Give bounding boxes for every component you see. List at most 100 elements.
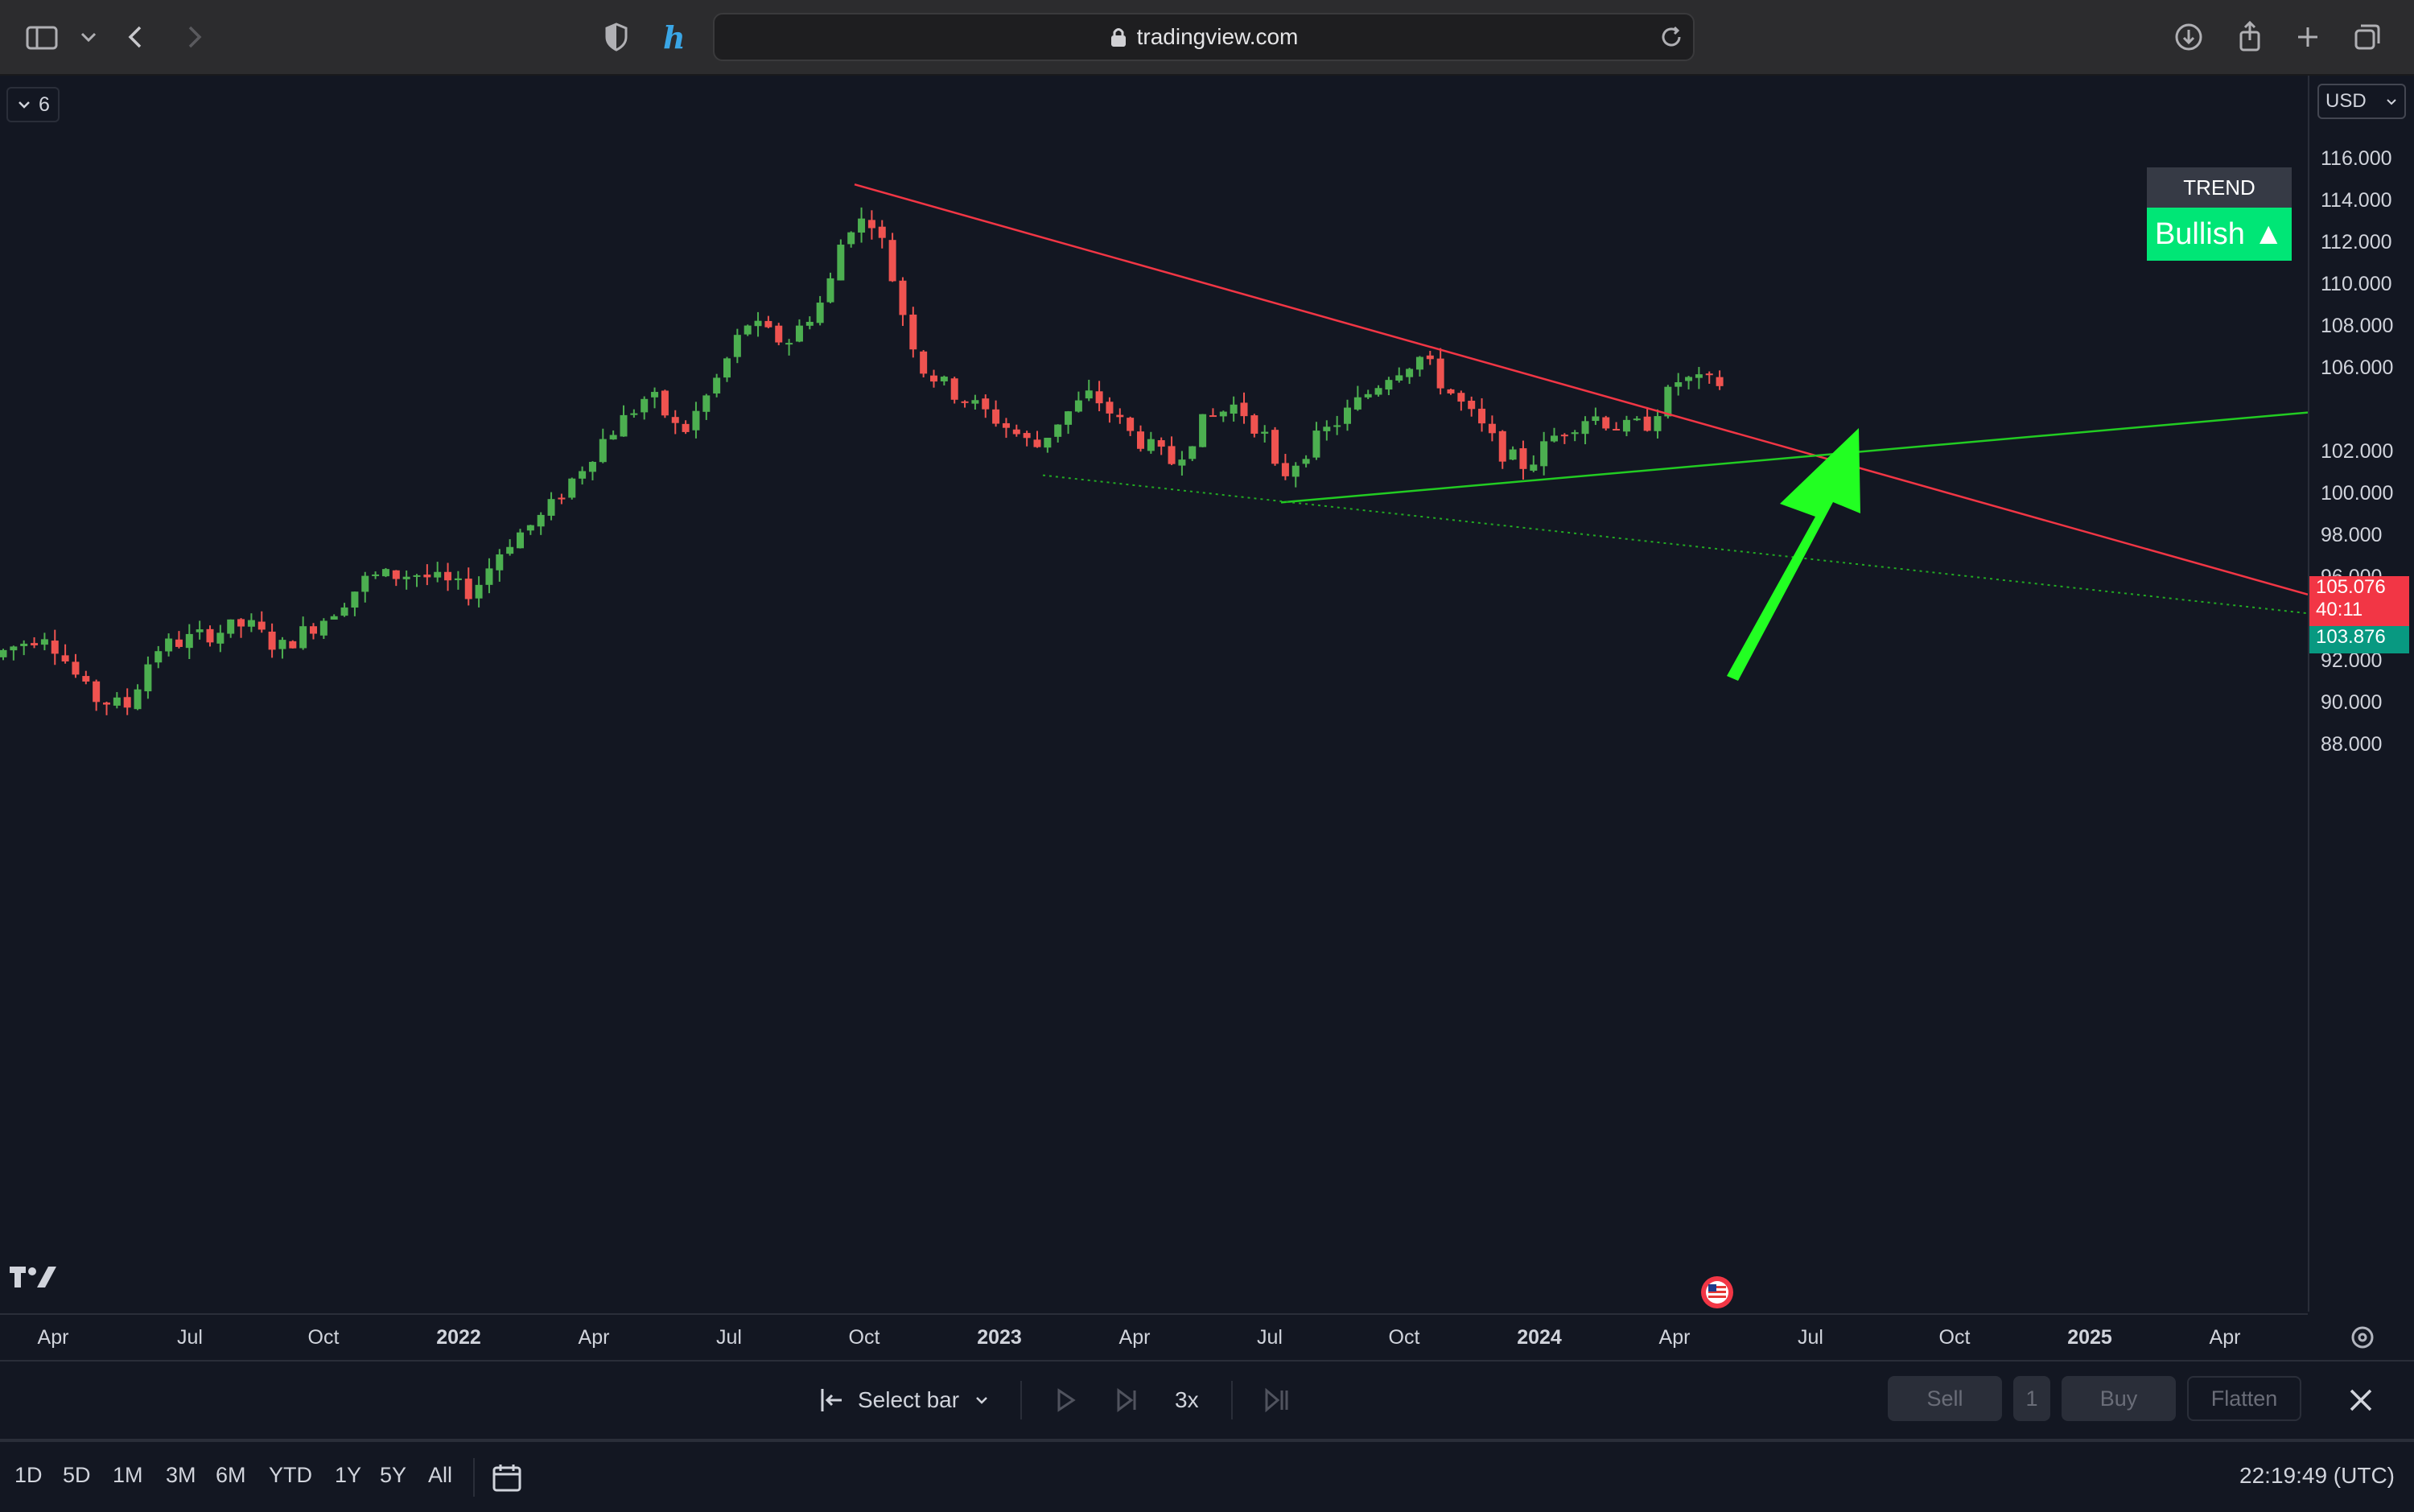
timeframe-3m[interactable]: 3M <box>166 1463 196 1488</box>
candle-body <box>899 280 907 315</box>
candle-body <box>1219 411 1227 417</box>
candle-body <box>289 641 297 649</box>
candle-body <box>1716 377 1724 386</box>
candle-body <box>1705 373 1713 376</box>
candle-body <box>496 554 504 571</box>
browser-toolbar: h tradingview.com <box>0 0 2414 76</box>
candle-body <box>826 278 834 303</box>
tradingview-logo[interactable] <box>8 1262 60 1291</box>
candle-body <box>744 325 752 335</box>
candle-body <box>196 629 204 632</box>
candle-body <box>351 591 359 608</box>
chevron-down-icon <box>976 1397 987 1404</box>
candle-body <box>444 571 452 581</box>
candle-body <box>805 321 814 326</box>
jump-to-realtime-icon[interactable] <box>1260 1384 1292 1416</box>
candle-body <box>930 375 937 382</box>
tabs-overview-icon[interactable] <box>2348 18 2387 56</box>
candle-body <box>1654 416 1662 431</box>
download-icon[interactable] <box>2169 18 2208 56</box>
time-tick: Oct <box>1938 1326 1971 1349</box>
flatten-button[interactable]: Flatten <box>2187 1376 2301 1421</box>
timeframe-1y[interactable]: 1Y <box>335 1463 361 1488</box>
candle-body <box>1178 459 1186 466</box>
candle-body <box>1613 429 1621 431</box>
collapse-indicators-button[interactable]: 6 <box>6 87 60 122</box>
divider <box>1231 1381 1233 1419</box>
chevron-down-icon <box>2387 99 2396 105</box>
timeframe-ytd[interactable]: YTD <box>269 1463 312 1488</box>
sidebar-icon[interactable] <box>23 18 61 56</box>
candle-body <box>1581 421 1589 435</box>
candle-body <box>1137 431 1144 449</box>
time-axis[interactable]: Apr Jul Oct 2022 Apr Jul Oct 2023 Apr Jul Oct 2024 A… <box>0 1313 2308 1360</box>
candle-body <box>558 497 566 500</box>
buy-button[interactable]: Buy <box>2062 1376 2176 1421</box>
chart-pane[interactable]: 6 TREND Bullish ▲ <box>0 76 2308 1312</box>
candle-body <box>434 571 442 578</box>
forward-icon[interactable] <box>174 18 212 56</box>
share-icon[interactable] <box>2231 18 2269 56</box>
play-icon[interactable] <box>1049 1384 1081 1416</box>
go-to-date-icon[interactable] <box>489 1460 525 1495</box>
time-tick: Apr <box>578 1326 610 1349</box>
candle-body <box>1664 386 1672 417</box>
candle-body <box>1333 425 1341 427</box>
address-bar[interactable]: tradingview.com <box>713 13 1695 61</box>
sell-button[interactable]: Sell <box>1888 1376 2002 1421</box>
new-tab-plus-icon[interactable] <box>2288 18 2327 56</box>
candle-body <box>1188 446 1197 459</box>
candle-body <box>319 620 327 636</box>
candle-body <box>713 377 721 393</box>
price-tick: 98.000 <box>2321 524 2383 546</box>
candle-body <box>392 570 400 579</box>
candle-body <box>1519 448 1527 469</box>
close-icon[interactable] <box>2342 1381 2380 1419</box>
trend-value: Bullish ▲ <box>2147 208 2292 261</box>
candle-body <box>51 641 59 654</box>
candle-body <box>61 655 69 662</box>
candle-body <box>1685 377 1693 381</box>
replay-speed[interactable]: 3x <box>1175 1387 1199 1413</box>
timeframe-1d[interactable]: 1D <box>14 1463 43 1488</box>
back-icon[interactable] <box>117 18 156 56</box>
candle-body <box>123 697 131 708</box>
shield-icon[interactable] <box>597 18 636 56</box>
candle-body <box>1498 431 1506 462</box>
us-flag-event-icon[interactable] <box>1699 1275 1735 1310</box>
time-tick: Apr <box>1118 1326 1151 1349</box>
price-chart[interactable] <box>0 76 2308 1312</box>
candle-body <box>1385 380 1393 390</box>
settings-gear-icon[interactable] <box>2346 1321 2379 1353</box>
candle-body <box>1168 446 1176 464</box>
candle-body <box>682 423 690 432</box>
candle-body <box>599 439 607 463</box>
candle-body <box>961 401 969 403</box>
time-tick: Jul <box>177 1326 203 1349</box>
candle-body <box>361 575 369 592</box>
timeframe-5y[interactable]: 5Y <box>380 1463 406 1488</box>
price-axis[interactable]: USD 116.000 114.000 112.000 110.000 108.000 1… <box>2308 76 2414 1312</box>
timeframe-5d[interactable]: 5D <box>63 1463 91 1488</box>
quantity-field[interactable]: 1 <box>2013 1376 2050 1421</box>
price-tick: 100.000 <box>2321 482 2394 505</box>
candle-body <box>310 626 317 634</box>
honey-icon[interactable]: h <box>655 18 694 56</box>
candle-body <box>340 607 348 616</box>
currency-selector[interactable]: USD <box>2317 84 2406 119</box>
candle-body <box>485 568 493 585</box>
chevron-down-icon[interactable] <box>69 18 108 56</box>
timeframe-all[interactable]: All <box>428 1463 452 1488</box>
time-tick: 2025 <box>2067 1326 2112 1349</box>
timeframe-6m[interactable]: 6M <box>216 1463 246 1488</box>
step-forward-icon[interactable] <box>1110 1384 1143 1416</box>
candle-body <box>1106 402 1114 414</box>
current-price-tag: 105.076 40:11 <box>2309 576 2409 626</box>
candle-body <box>1085 390 1093 399</box>
candle-body <box>464 579 472 599</box>
select-bar-button[interactable]: Select bar <box>818 1381 990 1419</box>
utc-clock[interactable]: 22:19:49 (UTC) <box>2239 1463 2395 1489</box>
timeframe-1m[interactable]: 1M <box>113 1463 143 1488</box>
candle-body <box>888 240 896 282</box>
reload-icon[interactable] <box>1653 18 1691 56</box>
